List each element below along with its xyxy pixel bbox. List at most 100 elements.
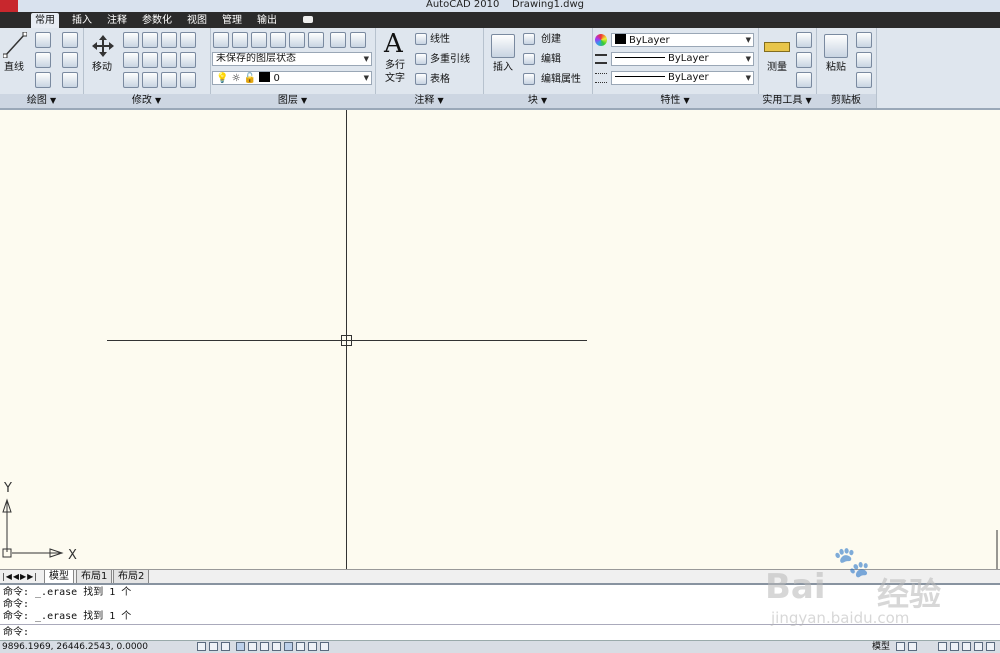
create-block-icon[interactable]: [523, 33, 535, 45]
table-icon[interactable]: [415, 73, 427, 85]
rotate-icon[interactable]: [142, 32, 158, 48]
tab-annotate[interactable]: 注释: [103, 13, 131, 28]
layout-nav-arrows-icon[interactable]: |◀◀▶▶|: [2, 572, 38, 581]
array-icon[interactable]: [161, 72, 177, 88]
tab-layout1[interactable]: 布局1: [76, 570, 113, 584]
rectangle-icon[interactable]: [62, 52, 78, 68]
app-menu-button[interactable]: [0, 0, 18, 12]
hatch-icon[interactable]: [62, 72, 78, 88]
linear-dim-icon[interactable]: [415, 33, 427, 45]
dynamic-input-icon[interactable]: [284, 642, 293, 651]
tab-insert[interactable]: 插入: [68, 13, 96, 28]
measure-label[interactable]: 测量: [767, 62, 787, 74]
grid-display-icon[interactable]: [209, 642, 218, 651]
model-space-label[interactable]: 模型: [872, 641, 890, 653]
object-snap-icon[interactable]: [248, 642, 257, 651]
layer-previous-icon[interactable]: [270, 32, 286, 48]
tab-manage[interactable]: 管理: [218, 13, 246, 28]
tab-output[interactable]: 输出: [253, 13, 281, 28]
layer-select[interactable]: 💡 ☼ 🔓 0 ▼: [212, 71, 372, 85]
tab-layout2[interactable]: 布局2: [113, 570, 150, 584]
cut-icon[interactable]: [856, 32, 872, 48]
tab-home[interactable]: 常用: [31, 13, 59, 28]
edit-block-icon[interactable]: [523, 53, 535, 65]
drawing-canvas[interactable]: Y X: [0, 110, 1000, 570]
panel-annotation-title[interactable]: 注释 ▼: [375, 94, 483, 108]
steering-wheel-icon[interactable]: [962, 642, 971, 651]
lineweight-select[interactable]: ByLayer ▼: [611, 52, 754, 66]
dynamic-ucs-icon[interactable]: [272, 642, 281, 651]
zoom-icon[interactable]: [950, 642, 959, 651]
create-label[interactable]: 创建: [541, 34, 561, 46]
showmotion-icon[interactable]: [974, 642, 983, 651]
mirror-icon[interactable]: [161, 52, 177, 68]
table-label[interactable]: 表格: [430, 74, 450, 86]
workspace-icon[interactable]: [986, 642, 995, 651]
lineweight-toggle-icon[interactable]: [296, 642, 305, 651]
layer-icon[interactable]: [232, 32, 248, 48]
layer-state-select[interactable]: 未保存的图层状态 ▼: [212, 52, 372, 66]
panel-modify-title[interactable]: 修改 ▼: [83, 94, 210, 108]
layer-lock-icon[interactable]: [350, 32, 366, 48]
layer-freeze-icon[interactable]: [308, 32, 324, 48]
stretch-icon[interactable]: [123, 52, 139, 68]
tab-model[interactable]: 模型: [44, 570, 74, 584]
fillet-icon[interactable]: [180, 52, 196, 68]
layout-view-2-icon[interactable]: [908, 642, 917, 651]
selection-cycling-icon[interactable]: [320, 642, 329, 651]
panel-utilities-title[interactable]: 实用工具 ▼: [758, 94, 816, 108]
multileader-icon[interactable]: [415, 53, 427, 65]
layer-properties-icon[interactable]: [213, 32, 229, 48]
line-tool-icon[interactable]: [3, 32, 27, 58]
color-select[interactable]: ByLayer ▼: [611, 33, 754, 47]
panel-block-title[interactable]: 块 ▼: [483, 94, 592, 108]
polyline-icon[interactable]: [35, 32, 51, 48]
offset-icon[interactable]: [142, 72, 158, 88]
snap-mode-icon[interactable]: [197, 642, 206, 651]
select-similar-icon[interactable]: [796, 52, 812, 68]
ortho-mode-icon[interactable]: [221, 642, 230, 651]
match-properties-icon[interactable]: [856, 72, 872, 88]
chamfer-icon[interactable]: [180, 72, 196, 88]
trim-icon[interactable]: [161, 32, 177, 48]
calculator-icon[interactable]: [796, 72, 812, 88]
ribbon-minimize-icon[interactable]: [303, 16, 313, 23]
copy-icon[interactable]: [123, 32, 139, 48]
multileader-label[interactable]: 多重引线: [430, 54, 470, 66]
coordinate-readout[interactable]: 9896.1969, 26446.2543, 0.0000: [2, 641, 148, 653]
explode-icon[interactable]: [123, 72, 139, 88]
mtext-label-2[interactable]: 文字: [385, 73, 405, 85]
command-prompt-input[interactable]: 命令:: [3, 627, 29, 639]
scale-icon[interactable]: [142, 52, 158, 68]
color-wheel-icon[interactable]: [595, 34, 607, 46]
panel-clipboard-title[interactable]: 剪贴板: [816, 94, 876, 108]
quick-select-icon[interactable]: [796, 32, 812, 48]
linetype-select[interactable]: ByLayer ▼: [611, 71, 754, 85]
text-a-icon[interactable]: A: [384, 30, 403, 58]
erase-icon[interactable]: [180, 32, 196, 48]
linear-dim-label[interactable]: 线性: [430, 34, 450, 46]
circle-icon[interactable]: [35, 52, 51, 68]
quick-properties-icon[interactable]: [308, 642, 317, 651]
edit-attributes-label[interactable]: 编辑属性: [541, 74, 581, 86]
layout-view-icon[interactable]: [896, 642, 905, 651]
paste-label[interactable]: 粘贴: [826, 62, 846, 74]
pan-icon[interactable]: [938, 642, 947, 651]
arc-icon[interactable]: [35, 72, 51, 88]
polar-tracking-icon[interactable]: [236, 642, 245, 651]
layer-off-icon[interactable]: [330, 32, 346, 48]
copy-clip-icon[interactable]: [856, 52, 872, 68]
panel-properties-title[interactable]: 特性 ▼: [592, 94, 758, 108]
edit-attributes-icon[interactable]: [523, 73, 535, 85]
paste-icon[interactable]: [824, 34, 848, 58]
measure-ruler-icon[interactable]: [764, 42, 790, 52]
move-icon[interactable]: [91, 34, 115, 58]
layer-match-icon[interactable]: [251, 32, 267, 48]
object-snap-tracking-icon[interactable]: [260, 642, 269, 651]
panel-layers-title[interactable]: 图层 ▼: [210, 94, 375, 108]
tab-view[interactable]: 视图: [183, 13, 211, 28]
tab-parametric[interactable]: 参数化: [138, 13, 176, 28]
insert-label[interactable]: 插入: [493, 62, 513, 74]
insert-block-icon[interactable]: [491, 34, 515, 58]
layer-isolate-icon[interactable]: [289, 32, 305, 48]
